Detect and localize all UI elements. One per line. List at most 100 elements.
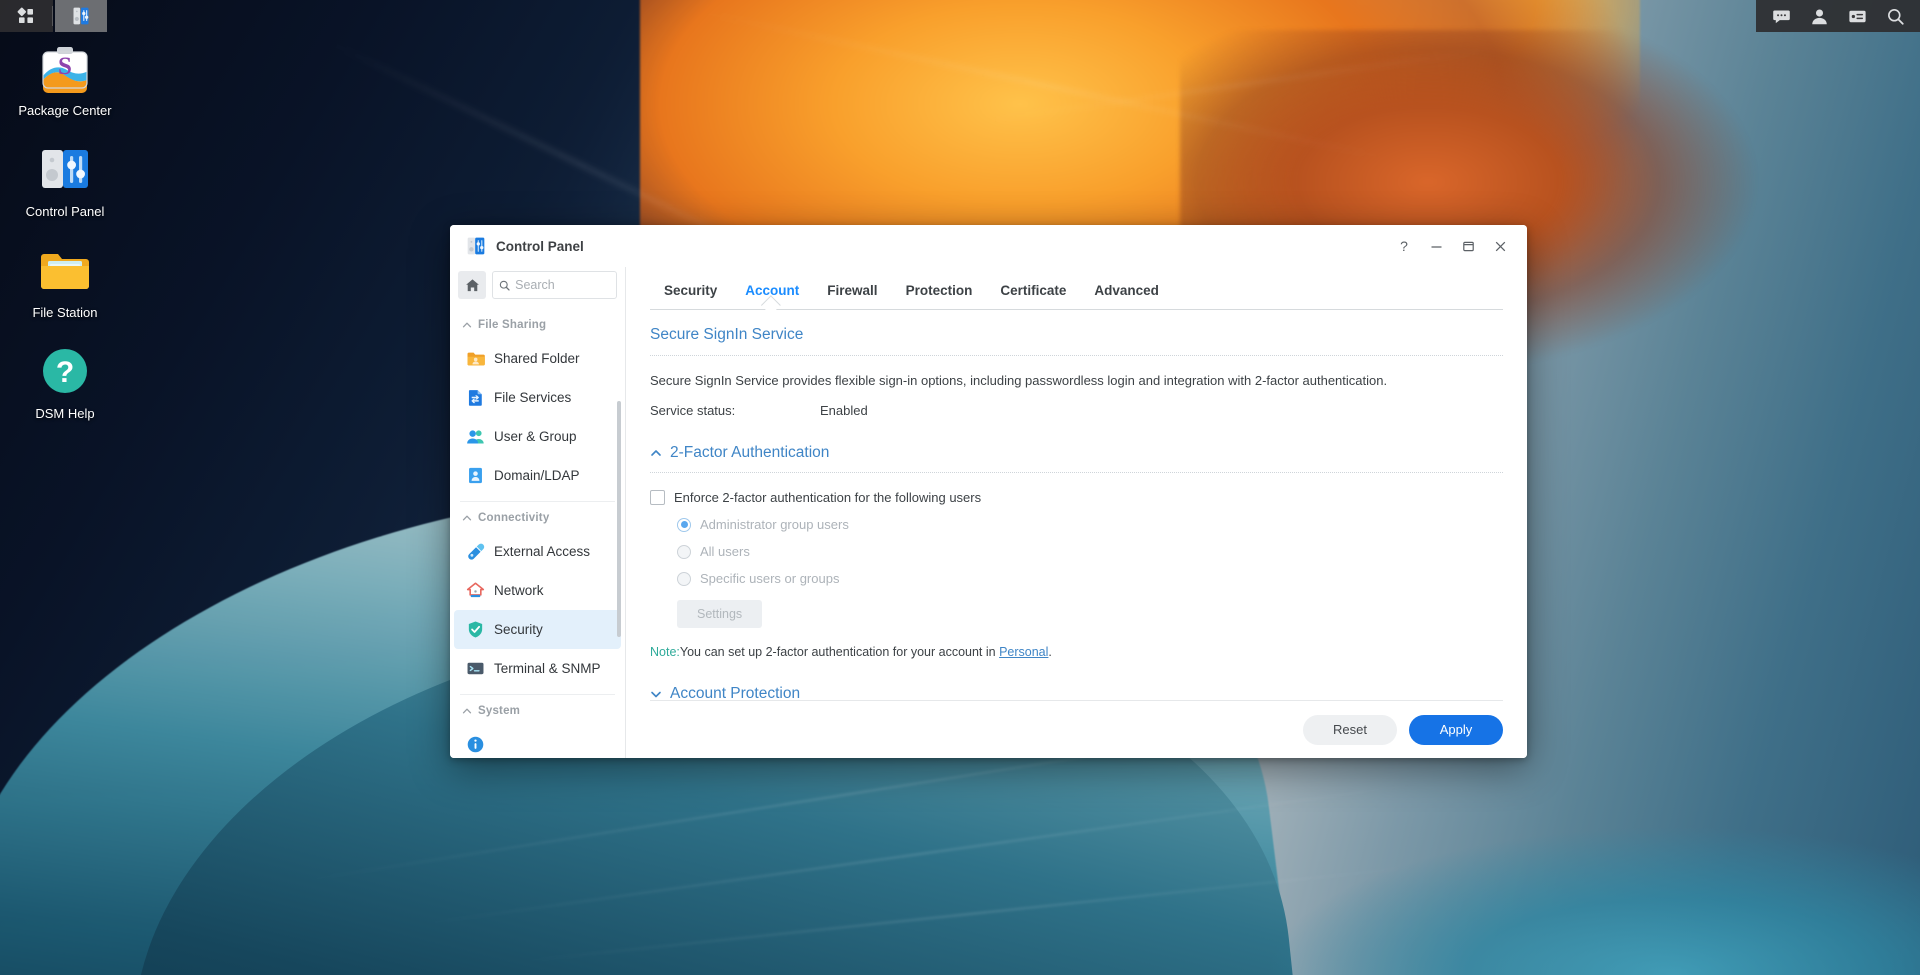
control-panel-icon — [37, 141, 93, 197]
sidebar-scrollbar-thumb[interactable] — [617, 401, 621, 637]
radio-administrator-group-users[interactable]: Administrator group users — [650, 505, 1503, 532]
tab-account[interactable]: Account — [731, 277, 813, 309]
reset-button[interactable]: Reset — [1303, 714, 1397, 745]
sidebar-search-box[interactable] — [492, 271, 617, 299]
radio-button[interactable] — [677, 517, 691, 532]
sidebar-item-terminal-snmp[interactable]: Terminal & SNMP — [454, 649, 621, 688]
chevron-up-icon — [462, 322, 472, 328]
user-group-icon — [466, 427, 485, 446]
control-panel-main: Security Account Firewall Protection Cer… — [626, 267, 1527, 758]
desktop-icon-label: Control Panel — [25, 204, 105, 219]
sidebar-item-label: Network — [494, 583, 544, 598]
desktop-icon-file-station[interactable]: File Station — [0, 242, 130, 321]
settings-button[interactable]: Settings — [677, 600, 763, 628]
control-panel-icon — [73, 7, 89, 25]
radio-button[interactable] — [677, 571, 691, 586]
security-shield-icon — [466, 620, 485, 639]
control-panel-window: Control Panel ? Search File Sharing Shar… — [450, 225, 1527, 758]
maximize-button[interactable] — [1453, 232, 1483, 260]
desktop-icon-control-panel[interactable]: Control Panel — [0, 141, 130, 220]
radio-specific-users-or-groups[interactable]: Specific users or groups — [650, 559, 1503, 586]
tab-firewall[interactable]: Firewall — [813, 277, 891, 309]
desktop-icon-dsm-help[interactable]: ? DSM Help — [0, 343, 130, 422]
taskbar-separator — [52, 6, 53, 26]
note-label: Note: — [650, 645, 680, 659]
main-menu-button[interactable] — [0, 0, 52, 32]
tab-bar: Security Account Firewall Protection Cer… — [626, 267, 1527, 309]
widgets-button[interactable] — [1838, 0, 1876, 32]
sidebar-items: File Sharing Shared Folder File Services… — [450, 309, 625, 758]
chevron-up-icon — [462, 708, 472, 714]
sidebar-item-domain-ldap[interactable]: Domain/LDAP — [454, 456, 621, 495]
section-title-account-protection: Account Protection — [670, 685, 801, 700]
help-button[interactable]: ? — [1389, 232, 1419, 260]
control-panel-icon — [466, 236, 486, 256]
desktop-icon-label: DSM Help — [35, 406, 95, 421]
sidebar-item-user-group[interactable]: User & Group — [454, 417, 621, 456]
chat-bubble-icon — [1772, 9, 1790, 23]
window-titlebar[interactable]: Control Panel ? — [450, 225, 1527, 267]
search-icon — [499, 280, 510, 291]
enforce-2fa-checkbox[interactable] — [650, 490, 665, 505]
tab-protection[interactable]: Protection — [892, 277, 987, 309]
service-status-label: Service status: — [650, 403, 736, 418]
desktop-icon-package-center[interactable]: S Package Center — [0, 40, 130, 119]
notifications-button[interactable] — [1762, 0, 1800, 32]
chevron-up-icon — [462, 515, 472, 521]
info-center-icon — [466, 735, 485, 754]
terminal-icon — [466, 659, 485, 678]
chevron-up-icon — [650, 447, 662, 459]
radio-button[interactable] — [677, 544, 691, 559]
window-body: File Sharing Shared Folder — [450, 267, 1527, 758]
radio-all-users[interactable]: All users — [650, 532, 1503, 559]
two-factor-note: Note:You can set up 2-factor authenticat… — [650, 628, 1503, 659]
sidebar-item-external-access[interactable]: External Access — [454, 532, 621, 571]
user-options-button[interactable] — [1800, 0, 1838, 32]
taskbar-item-control-panel[interactable] — [55, 0, 107, 32]
folder-icon — [37, 242, 93, 298]
apply-button[interactable]: Apply — [1409, 714, 1503, 745]
minimize-button[interactable] — [1421, 232, 1451, 260]
radio-label: Specific users or groups — [700, 571, 840, 586]
close-icon — [1495, 241, 1505, 251]
sidebar-group-file-sharing[interactable]: File Sharing — [450, 309, 625, 339]
home-icon — [465, 278, 479, 291]
tab-certificate[interactable]: Certificate — [986, 277, 1080, 309]
section-header-account-protection[interactable]: Account Protection — [650, 659, 1503, 700]
desktop-icon-label: File Station — [32, 305, 98, 320]
sidebar-item-partial[interactable] — [454, 725, 621, 758]
sidebar-group-label: Connectivity — [478, 512, 550, 524]
footer-actions: Reset Apply — [650, 700, 1503, 758]
close-button[interactable] — [1485, 232, 1515, 260]
person-icon — [1811, 9, 1827, 24]
svg-text:S: S — [58, 53, 72, 80]
personal-link[interactable]: Personal — [999, 645, 1048, 659]
sidebar-item-network[interactable]: Network — [454, 571, 621, 610]
radio-label: Administrator group users — [700, 517, 849, 532]
question-mark-icon: ? — [37, 343, 93, 399]
external-access-icon — [466, 542, 485, 561]
desktop-icon-list: S Package Center Control Panel File Stat… — [0, 40, 130, 444]
service-status-value: Enabled — [820, 403, 868, 418]
sidebar-home-button[interactable] — [458, 271, 486, 299]
section-header-two-factor[interactable]: 2-Factor Authentication — [650, 418, 1503, 472]
sidebar-item-shared-folder[interactable]: Shared Folder — [454, 339, 621, 378]
search-input[interactable] — [515, 278, 610, 292]
taskbar-right — [1756, 0, 1920, 32]
tab-advanced[interactable]: Advanced — [1080, 277, 1173, 309]
enforce-2fa-checkbox-row[interactable]: Enforce 2-factor authentication for the … — [650, 473, 1503, 505]
grid-apps-icon — [17, 7, 33, 23]
sidebar-group-system[interactable]: System — [450, 695, 625, 725]
search-button[interactable] — [1876, 0, 1914, 32]
sidebar-item-file-services[interactable]: File Services — [454, 378, 621, 417]
sidebar-group-label: System — [478, 705, 521, 717]
sidebar-scrollbar-track[interactable] — [617, 353, 623, 758]
chevron-down-icon — [650, 688, 662, 700]
sidebar-item-label: Terminal & SNMP — [494, 661, 601, 676]
sidebar-item-security[interactable]: Security — [454, 610, 621, 649]
sidebar-group-connectivity[interactable]: Connectivity — [450, 502, 625, 532]
tab-security[interactable]: Security — [650, 277, 731, 309]
package-center-icon: S — [37, 40, 93, 96]
help-icon: ? — [1400, 238, 1408, 254]
sidebar-scroll-area: File Sharing Shared Folder File Services… — [450, 309, 625, 758]
